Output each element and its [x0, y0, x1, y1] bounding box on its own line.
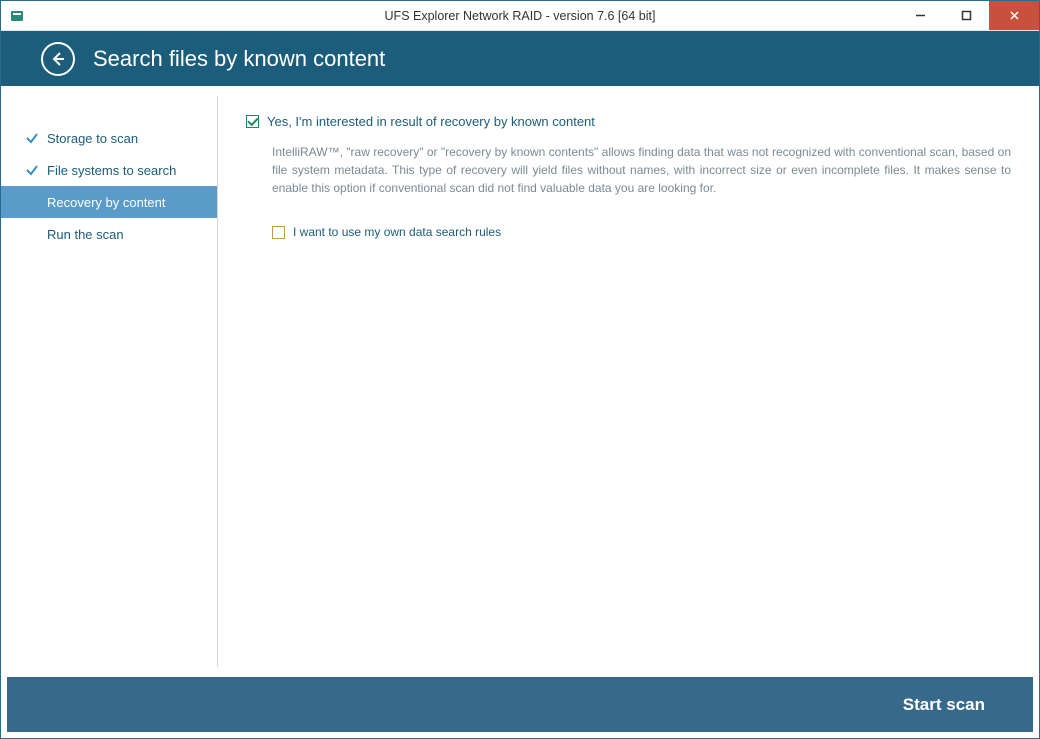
own-rules-checkbox[interactable]: I want to use my own data search rules	[272, 225, 1011, 239]
step-label: Run the scan	[47, 227, 124, 242]
content-panel: Yes, I'm interested in result of recover…	[218, 86, 1039, 677]
wizard-sidebar: Storage to scan File systems to search R…	[1, 96, 218, 667]
window-controls	[897, 1, 1039, 30]
step-storage-to-scan[interactable]: Storage to scan	[1, 122, 217, 154]
minimize-button[interactable]	[897, 1, 943, 30]
titlebar: UFS Explorer Network RAID - version 7.6 …	[1, 1, 1039, 31]
enable-recovery-checkbox[interactable]: Yes, I'm interested in result of recover…	[246, 114, 1011, 129]
page-title: Search files by known content	[93, 46, 385, 72]
checkmark-icon	[25, 131, 39, 145]
maximize-button[interactable]	[943, 1, 989, 30]
back-button[interactable]	[41, 42, 75, 76]
step-recovery-by-content[interactable]: Recovery by content	[1, 186, 217, 218]
start-scan-button[interactable]: Start scan	[903, 695, 985, 715]
step-file-systems[interactable]: File systems to search	[1, 154, 217, 186]
step-label: Storage to scan	[47, 131, 138, 146]
checkbox-icon	[272, 226, 285, 239]
step-label: File systems to search	[47, 163, 176, 178]
checkmark-icon	[25, 163, 39, 177]
step-run-scan[interactable]: Run the scan	[1, 218, 217, 250]
checkbox-label: Yes, I'm interested in result of recover…	[267, 114, 595, 129]
close-button[interactable]	[989, 1, 1039, 30]
checkbox-icon	[246, 115, 259, 128]
arrow-left-icon	[49, 50, 67, 68]
footer-bar: Start scan	[7, 677, 1033, 732]
header-band: Search files by known content	[1, 31, 1039, 86]
checkbox-label: I want to use my own data search rules	[293, 225, 501, 239]
main-area: Storage to scan File systems to search R…	[1, 86, 1039, 677]
step-label: Recovery by content	[47, 195, 166, 210]
app-icon	[9, 8, 25, 24]
recovery-description: IntelliRAW™, "raw recovery" or "recovery…	[272, 143, 1011, 197]
window-title: UFS Explorer Network RAID - version 7.6 …	[1, 9, 1039, 23]
